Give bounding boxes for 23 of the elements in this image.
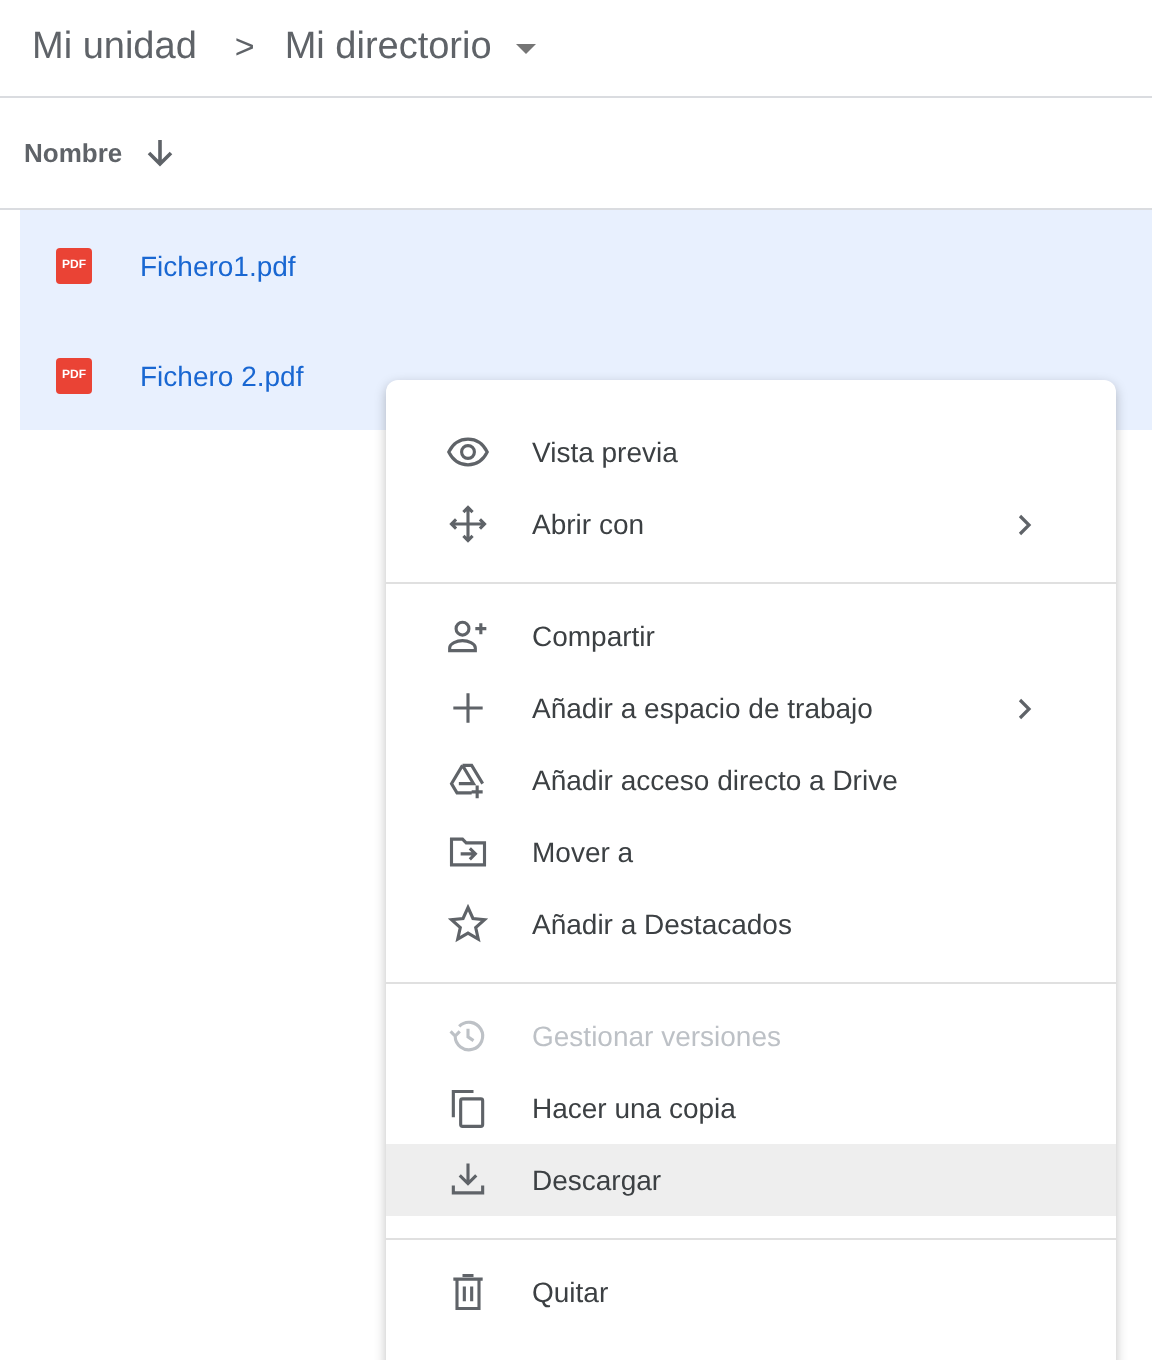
file-name: Fichero 2.pdf bbox=[140, 359, 304, 391]
arrows-icon bbox=[446, 502, 490, 546]
column-header[interactable]: Nombre bbox=[24, 138, 123, 168]
chevron-right-icon bbox=[1018, 697, 1032, 719]
sort-arrow-icon[interactable] bbox=[146, 138, 175, 168]
menu-item[interactable]: Hacer una copia bbox=[386, 1072, 1116, 1144]
breadcrumb-link[interactable]: Mi unidad bbox=[32, 26, 197, 70]
menu-item[interactable]: Compartir bbox=[386, 600, 1116, 672]
menu-item[interactable]: Añadir acceso directo a Drive bbox=[386, 744, 1116, 816]
caret-icon[interactable] bbox=[515, 43, 536, 53]
menu-item[interactable]: Añadir a Destacados bbox=[386, 888, 1116, 960]
star-icon bbox=[446, 902, 490, 946]
file-name: Fichero1.pdf bbox=[140, 249, 296, 281]
menu-item[interactable]: Mover a bbox=[386, 816, 1116, 888]
drive-plus-icon bbox=[446, 758, 490, 802]
chevron-right-icon bbox=[1018, 513, 1032, 535]
menu-item[interactable]: Quitar bbox=[386, 1256, 1116, 1328]
breadcrumb-separator: > bbox=[234, 28, 255, 68]
menu-item[interactable]: Descargar bbox=[386, 1144, 1116, 1216]
menu-item[interactable]: Abrir con bbox=[386, 488, 1116, 560]
breadcrumb-current[interactable]: Mi directorio bbox=[284, 26, 492, 70]
copy-icon bbox=[446, 1086, 490, 1130]
menu-item[interactable]: Añadir a espacio de trabajo bbox=[386, 672, 1116, 744]
